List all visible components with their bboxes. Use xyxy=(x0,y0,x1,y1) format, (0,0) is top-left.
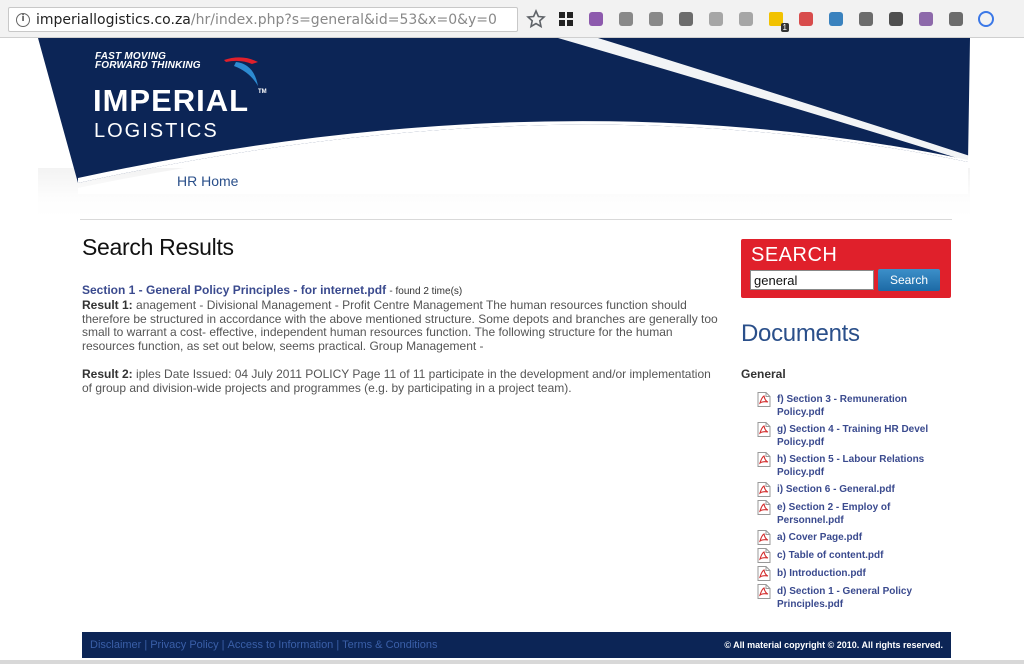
footer: Disclaimer | Privacy Policy | Access to Info… xyxy=(82,632,951,658)
documents-title: Documents xyxy=(741,320,860,347)
tagline: FAST MOVING FORWARD THINKING xyxy=(95,52,201,71)
logo-subtitle: LOGISTICS xyxy=(94,120,219,142)
document-item: c) Table of content.pdf xyxy=(757,548,947,563)
document-item: b) Introduction.pdf xyxy=(757,566,947,581)
drive-icon[interactable] xyxy=(706,9,726,29)
pocket-icon[interactable] xyxy=(886,9,906,29)
nav-divider xyxy=(80,219,952,220)
found-count: - found 2 time(s) xyxy=(389,286,463,297)
viber-icon[interactable] xyxy=(916,9,936,29)
document-item: f) Section 3 - Remuneration Policy.pdf xyxy=(757,392,947,419)
document-link[interactable]: b) Introduction.pdf xyxy=(777,567,866,580)
pdf-icon xyxy=(757,482,771,497)
search-title: SEARCH xyxy=(751,244,838,266)
search-panel: SEARCH Search xyxy=(741,239,951,298)
url-path: /hr/index.php?s=general&id=53&x=0&y=0 xyxy=(190,11,497,28)
result-file-row: Section 1 - General Policy Principles - … xyxy=(82,283,718,299)
pdf-icon xyxy=(757,392,771,407)
pdf-icon xyxy=(757,500,771,515)
logo-trademark: TM xyxy=(258,89,267,95)
s-square-icon[interactable] xyxy=(946,9,966,29)
document-link[interactable]: f) Section 3 - Remuneration Policy.pdf xyxy=(777,393,947,419)
pdf-icon xyxy=(757,530,771,545)
extension-badge: 1 xyxy=(780,23,789,32)
footer-link[interactable]: Disclaimer xyxy=(90,639,141,651)
tagline-line-2: FORWARD THINKING xyxy=(95,60,201,71)
footer-link[interactable]: Access to Information xyxy=(228,639,334,651)
onenote-icon[interactable] xyxy=(586,9,606,29)
search-button[interactable]: Search xyxy=(878,269,940,291)
document-link[interactable]: e) Section 2 - Employ of Personnel.pdf xyxy=(777,501,947,527)
extensions-bar: 1 xyxy=(526,9,996,32)
document-link[interactable]: c) Table of content.pdf xyxy=(777,549,883,562)
document-item: a) Cover Page.pdf xyxy=(757,530,947,545)
bookmark-star-icon[interactable] xyxy=(526,9,546,29)
result-label: Result 1: xyxy=(82,298,133,312)
result-file-link[interactable]: Section 1 - General Policy Principles - … xyxy=(82,283,386,297)
document-link[interactable]: g) Section 4 - Training HR Devel Policy.… xyxy=(777,423,947,449)
document-link[interactable]: h) Section 5 - Labour Relations Policy.p… xyxy=(777,453,947,479)
document-item: h) Section 5 - Labour Relations Policy.p… xyxy=(757,452,947,479)
result-label: Result 2: xyxy=(82,367,133,382)
footer-separator: | xyxy=(336,639,340,651)
search-result: Result 2: iples Date Issued: 04 July 201… xyxy=(82,368,718,395)
footer-separator: | xyxy=(221,639,225,651)
search-results-section: Search Results Section 1 - General Polic… xyxy=(82,234,718,396)
result-snippet: anagement - Divisional Management - Prof… xyxy=(82,298,718,353)
document-link[interactable]: i) Section 6 - General.pdf xyxy=(777,483,895,496)
sticky-note-icon[interactable]: 1 xyxy=(766,9,789,32)
camera-icon[interactable] xyxy=(616,9,636,29)
pdf-icon xyxy=(757,566,771,581)
window-bottom-edge xyxy=(0,660,1024,664)
address-bar[interactable]: i imperiallogistics.co.za/hr/index.php?s… xyxy=(8,7,518,32)
results-list: Result 1: anagement - Divisional Managem… xyxy=(82,298,718,396)
board-icon[interactable] xyxy=(826,9,846,29)
document-item: i) Section 6 - General.pdf xyxy=(757,482,947,497)
document-link[interactable]: a) Cover Page.pdf xyxy=(777,531,862,544)
pdf-icon xyxy=(757,584,771,599)
hourglass-icon[interactable] xyxy=(646,9,666,29)
search-input[interactable] xyxy=(750,270,874,290)
plus-cross-icon[interactable] xyxy=(796,9,816,29)
sync-icon[interactable] xyxy=(976,9,996,29)
copyright-text: © All material copyright © 2010. All rig… xyxy=(724,640,943,650)
documents-category: General xyxy=(741,367,786,381)
fish-icon[interactable] xyxy=(676,9,696,29)
document-item: g) Section 4 - Training HR Devel Policy.… xyxy=(757,422,947,449)
footer-link[interactable]: Privacy Policy xyxy=(150,639,218,651)
grid-app-icon[interactable] xyxy=(556,9,576,29)
search-result: Result 1: anagement - Divisional Managem… xyxy=(82,298,718,353)
url-host: imperiallogistics.co.za xyxy=(36,11,191,28)
pdf-icon xyxy=(757,548,771,563)
pdf-icon xyxy=(757,452,771,467)
result-snippet: iples Date Issued: 04 July 2011 POLICY P… xyxy=(82,367,711,395)
footer-links: Disclaimer | Privacy Policy | Access to Info… xyxy=(90,639,438,651)
footer-separator: | xyxy=(144,639,148,651)
site-info-icon[interactable]: i xyxy=(16,12,30,27)
page-title: Search Results xyxy=(82,234,234,260)
browser-toolbar: i imperiallogistics.co.za/hr/index.php?s… xyxy=(0,0,1024,38)
document-link[interactable]: d) Section 1 - General Policy Principles… xyxy=(777,585,947,611)
document-item: e) Section 2 - Employ of Personnel.pdf xyxy=(757,500,947,527)
logo-wordmark[interactable]: IMPERIAL xyxy=(93,85,249,116)
footer-link[interactable]: Terms & Conditions xyxy=(342,639,437,651)
pdf-icon xyxy=(757,422,771,437)
w-circle-icon[interactable] xyxy=(856,9,876,29)
documents-list: f) Section 3 - Remuneration Policy.pdf g)… xyxy=(757,392,947,615)
compass-icon[interactable] xyxy=(736,9,756,29)
document-item: d) Section 1 - General Policy Principles… xyxy=(757,584,947,611)
nav-hr-home-link[interactable]: HR Home xyxy=(177,173,238,189)
